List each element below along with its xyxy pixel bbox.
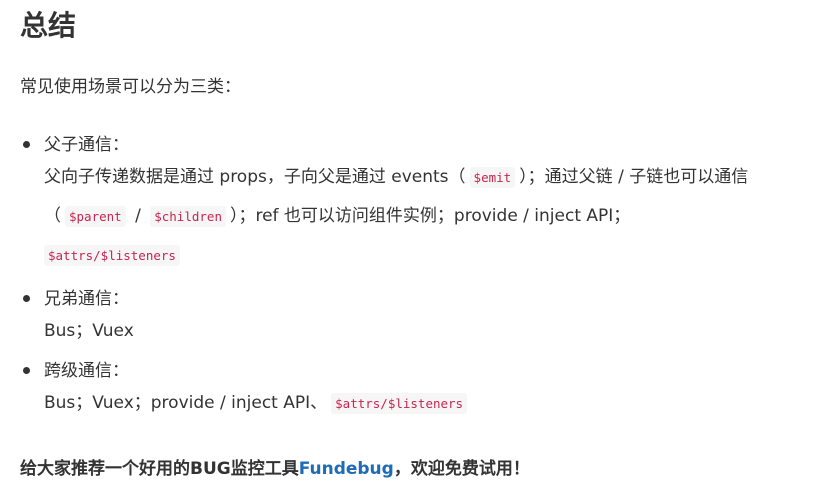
list-item-parent-child: 父子通信： 父向子传递数据是通过 props，子向父是通过 events（ $em… [0,130,827,278]
footer-suffix: ，欢迎免费试用！ [393,459,530,479]
promo-footer: 给大家推荐一个好用的BUG监控工具Fundebug，欢迎免费试用！ [20,455,530,483]
item-title: 跨级通信： [44,361,129,381]
list-item-sibling: 兄弟通信： Bus；Vuex [0,284,827,356]
inline-code: $attrs/$listeners [44,245,180,266]
inline-code: $attrs/$listeners [331,393,468,414]
item-title: 兄弟通信： [44,289,129,309]
body-text: Bus；Vuex；provide / inject API、 [44,393,328,413]
body-text: / [129,206,147,226]
inline-code: $children [150,206,226,227]
item-body: Bus；Vuex [44,312,809,350]
list-item-cross-level: 跨级通信： Bus；Vuex；provide / inject API、 $att… [0,356,827,428]
body-text: Bus；Vuex [44,321,134,341]
bullet-dot-icon [23,367,30,374]
item-body: Bus；Vuex；provide / inject API、 $attrs/$li… [44,384,809,423]
inline-code: $parent [65,206,126,227]
body-text: ）；ref 也可以访问组件实例；provide / inject API； [229,206,631,226]
body-text: 父向子传递数据是通过 props，子向父是通过 events（ [44,167,466,187]
item-body: 父向子传递数据是通过 props，子向父是通过 events（ $emit ）；通过… [44,158,809,275]
footer-prefix: 给大家推荐一个好用的BUG监控工具 [20,459,299,479]
fundebug-link[interactable]: Fundebug [299,459,394,479]
page-title: 总结 [20,9,77,42]
article-page: 总结 常见使用场景可以分为三类： 父子通信： 父向子传递数据是通过 props，… [0,0,827,492]
bullet-dot-icon [23,141,30,148]
inline-code: $emit [469,167,516,188]
intro-text: 常见使用场景可以分为三类： [20,77,241,97]
item-title: 父子通信： [44,135,129,155]
scenario-list: 父子通信： 父向子传递数据是通过 props，子向父是通过 events（ $em… [0,130,827,428]
bullet-dot-icon [23,295,30,302]
